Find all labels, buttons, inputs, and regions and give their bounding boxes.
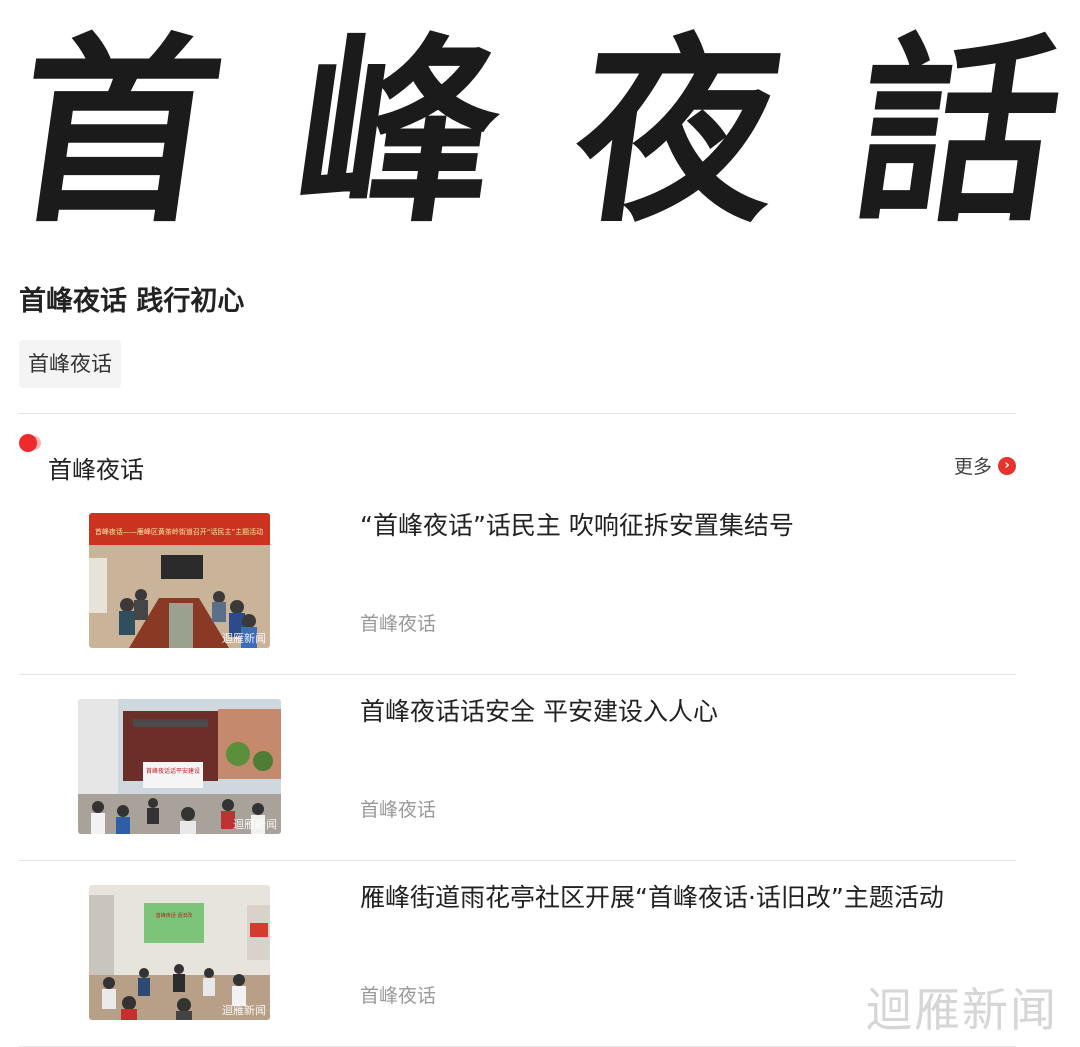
more-label: 更多 bbox=[953, 456, 992, 478]
news-title[interactable]: “首峰夜话”话民主 吹响征拆安置集结号 bbox=[360, 506, 794, 542]
thumb-watermark: 迴雁新闻 bbox=[222, 1004, 266, 1017]
thumb-banner-text: 首峰夜话 话旧改 bbox=[156, 912, 193, 919]
section-dot-icon bbox=[19, 434, 41, 452]
news-title[interactable]: 首峰夜话话安全 平安建设入人心 bbox=[360, 692, 718, 728]
thumb-watermark: 迴雁新闻 bbox=[222, 632, 266, 645]
calligraphy-char: 夜 bbox=[561, 14, 795, 250]
divider bbox=[19, 413, 1016, 414]
news-item[interactable]: 首峰夜话话平安建设 迴雁新闻 首峰夜话话安全 平安建设入人心 首峰夜话 bbox=[19, 674, 1016, 861]
chevron-right-icon: › bbox=[998, 456, 1016, 475]
news-thumbnail: 首峰夜话 话旧改 迴雁新闻 bbox=[89, 885, 270, 1020]
thumb-banner-text: 首峰夜话——雁峰区黄茶岭街道召开“话民主”主题活动 bbox=[95, 527, 263, 536]
calligraphy-char: 話 bbox=[841, 14, 1075, 250]
news-item[interactable]: 首峰夜话——雁峰区黄茶岭街道召开“话民主”主题活动 迴雁新闻 “首峰夜话”话民主… bbox=[19, 488, 1016, 675]
news-source: 首峰夜话 bbox=[360, 985, 437, 1007]
calligraphy-char: 峰 bbox=[281, 14, 515, 250]
site-watermark: 迴雁新闻 bbox=[866, 983, 1058, 1037]
page-title: 首峰夜话 践行初心 bbox=[19, 286, 245, 317]
calligraphy-char: 首 bbox=[1, 14, 235, 250]
news-source: 首峰夜话 bbox=[360, 613, 437, 635]
news-title[interactable]: 雁峰街道雨花亭社区开展“首峰夜话·话旧改”主题活动 bbox=[360, 878, 944, 914]
thumb-banner-text: 首峰夜话话平安建设 bbox=[146, 767, 200, 775]
thumb-watermark: 迴雁新闻 bbox=[233, 818, 277, 831]
news-source: 首峰夜话 bbox=[360, 799, 437, 821]
news-thumbnail: 首峰夜话——雁峰区黄茶岭街道召开“话民主”主题活动 迴雁新闻 bbox=[89, 513, 270, 648]
section-title: 首峰夜话 bbox=[48, 456, 144, 484]
topic-tag[interactable]: 首峰夜话 bbox=[19, 340, 121, 388]
calligraphy-banner: 首 峰 夜 話 bbox=[0, 0, 1080, 265]
news-thumbnail: 首峰夜话话平安建设 迴雁新闻 bbox=[78, 699, 281, 834]
more-link[interactable]: 更多 › bbox=[954, 452, 1016, 479]
